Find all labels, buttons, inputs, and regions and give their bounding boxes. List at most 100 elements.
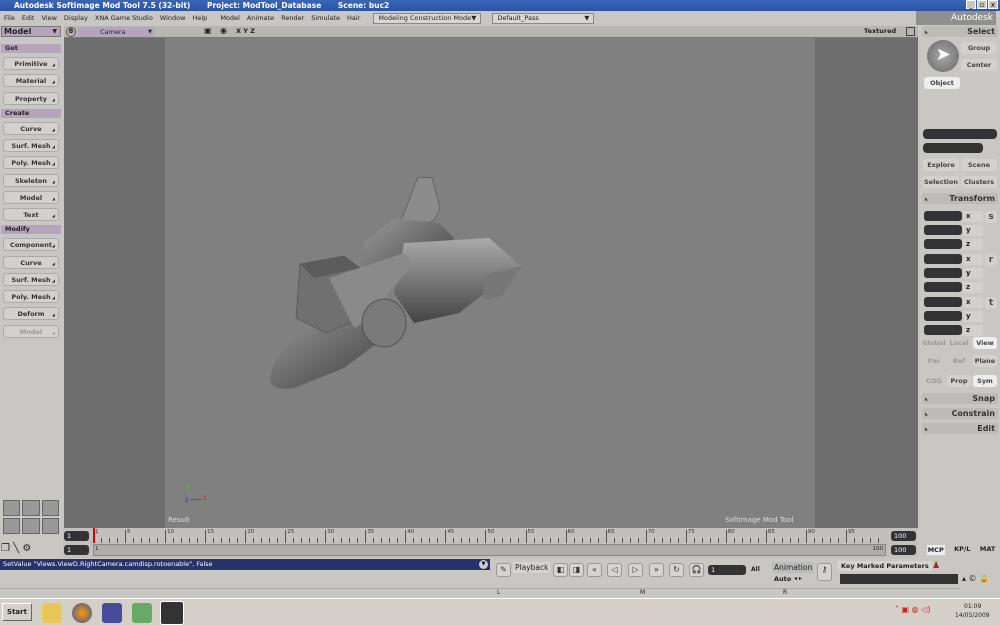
play-backward-icon[interactable]: ◁ (607, 563, 622, 577)
create-poly-mesh-button[interactable]: Poly. Mesh (3, 156, 59, 170)
menu-display[interactable]: Display (64, 14, 88, 22)
ref-button[interactable]: Ref (947, 355, 971, 367)
maximize-viewport-icon[interactable] (906, 27, 915, 36)
transform-s-y-button[interactable]: y (963, 225, 983, 236)
transform-r-y-field[interactable] (924, 268, 962, 278)
layout-icon[interactable] (3, 500, 21, 516)
all-button[interactable]: All (751, 566, 760, 573)
transform-t-button[interactable]: t (985, 297, 997, 309)
camera-select[interactable]: Camera ▼ (78, 27, 154, 37)
transform-r-x-button[interactable]: x (963, 254, 983, 265)
view-button[interactable]: View (973, 337, 997, 349)
modify-surf-mesh-button[interactable]: Surf. Mesh (3, 273, 59, 287)
eye-icon[interactable]: ◉ (220, 26, 227, 35)
transform-s-y-field[interactable] (924, 225, 962, 235)
key-marked-parameters-button[interactable]: Key Marked Parameters (838, 561, 932, 571)
audio-icon[interactable]: 🎧 (689, 563, 704, 577)
key-icon[interactable]: ⚷ (817, 563, 832, 581)
brush-icon[interactable]: ╲ (13, 543, 19, 554)
camera-icon[interactable]: ▣ (204, 26, 212, 35)
maximize-button[interactable]: ▫ (977, 0, 987, 9)
transform-r-z-button[interactable]: z (963, 282, 983, 293)
menu-xna[interactable]: XNA Game Studio (95, 14, 153, 22)
menu-file[interactable]: File (4, 14, 15, 22)
create-curve-button[interactable]: Curve (3, 122, 59, 136)
menu-window[interactable]: Window (160, 14, 186, 22)
layout-icon[interactable] (41, 518, 59, 534)
prev-key-icon[interactable]: ◧ (553, 563, 568, 577)
create-surf-mesh-button[interactable]: Surf. Mesh (3, 139, 59, 153)
transform-t-y-button[interactable]: y (963, 311, 983, 322)
group-button[interactable]: Group (961, 42, 997, 54)
mixer-right[interactable]: R (783, 589, 787, 596)
range-start-field[interactable]: 1 (64, 545, 89, 555)
clusters-button[interactable]: Clusters (961, 176, 997, 188)
current-frame-marker[interactable] (93, 528, 95, 543)
viewport-letter-button[interactable]: B (66, 27, 76, 37)
transform-s-x-field[interactable] (924, 211, 962, 221)
frame-ruler[interactable]: 1 5 10 15 20 25 30 35 40 45 50 55 60 65 70 75 80 85 90 95 (93, 528, 886, 543)
character-key-icon[interactable]: ♟ (932, 561, 940, 571)
transform-s-button[interactable]: s (985, 211, 997, 223)
scene-button[interactable]: Scene (961, 159, 997, 171)
local-button[interactable]: Local (947, 337, 971, 349)
auto-key-button[interactable]: Auto (774, 575, 791, 583)
modify-poly-mesh-button[interactable]: Poly. Mesh (3, 290, 59, 304)
transform-t-x-button[interactable]: x (963, 297, 983, 308)
global-button[interactable]: Global (922, 337, 946, 349)
transform-t-z-button[interactable]: z (963, 325, 983, 336)
current-frame-field[interactable]: 1 (708, 565, 746, 575)
menu-model[interactable]: Model (220, 14, 240, 22)
plane-button[interactable]: Plane (973, 355, 997, 367)
select-arrow-button[interactable]: ➤ (927, 40, 959, 72)
center-button[interactable]: Center (961, 59, 997, 71)
menu-simulate[interactable]: Simulate (311, 14, 340, 22)
next-key-icon[interactable]: ◨ (569, 563, 584, 577)
component-button[interactable]: Component (3, 238, 59, 252)
loop-icon[interactable]: ↻ (669, 563, 684, 577)
teamspeak-icon[interactable] (102, 603, 122, 623)
prop-button[interactable]: Prop (947, 375, 971, 387)
menu-help[interactable]: Help (192, 14, 207, 22)
mixer-left[interactable]: L (497, 589, 500, 596)
copy-icon[interactable]: ❐ (1, 543, 10, 554)
transform-t-x-field[interactable] (924, 297, 962, 307)
close-button[interactable]: x (988, 0, 998, 9)
layout-icon[interactable] (22, 518, 40, 534)
keying-set-field[interactable] (840, 574, 958, 584)
menu-render[interactable]: Render (281, 14, 304, 22)
first-frame-icon[interactable]: « (587, 563, 602, 577)
play-forward-icon[interactable]: ▷ (628, 563, 643, 577)
module-select[interactable]: Model ▼ (1, 26, 61, 37)
sym-button[interactable]: Sym (973, 375, 997, 387)
selection-button[interactable]: Selection (923, 176, 959, 188)
end-frame-field[interactable]: 100 (891, 531, 916, 541)
constrain-section[interactable]: Constrain (922, 408, 998, 419)
prev-next-key-arrows[interactable]: ◂ ▸ (794, 575, 802, 582)
keying-controls[interactable]: ▴ © 🔒 (962, 574, 989, 583)
snap-section[interactable]: Snap (922, 393, 998, 404)
deform-button[interactable]: Deform (3, 307, 59, 321)
menu-edit[interactable]: Edit (22, 14, 35, 22)
gear-icon[interactable]: ⚙ (22, 543, 31, 554)
menu-hair[interactable]: Hair (347, 14, 360, 22)
transform-s-z-button[interactable]: z (963, 239, 983, 250)
firefox-icon[interactable] (72, 603, 92, 623)
property-button[interactable]: Property (3, 92, 59, 106)
last-frame-icon[interactable]: » (649, 563, 664, 577)
tab-kpl[interactable]: KP/L (954, 545, 970, 555)
range-slider[interactable]: 1 100 (93, 544, 886, 556)
start-button[interactable]: Start (2, 603, 32, 621)
playback-menu[interactable]: Playback (513, 562, 551, 573)
transform-section[interactable]: Transform (922, 193, 998, 204)
explorer-icon[interactable] (42, 603, 62, 623)
minimize-button[interactable]: _ (966, 0, 976, 9)
skeleton-button[interactable]: Skeleton (3, 174, 59, 188)
section-get[interactable]: Get (1, 44, 61, 53)
script-editor-icon[interactable]: ✎ (496, 563, 511, 577)
modify-model-button[interactable]: Model (3, 325, 59, 339)
construction-mode-select[interactable]: Modeling Construction Mode ▼ (373, 12, 482, 24)
create-model-button[interactable]: Model (3, 191, 59, 205)
selection-field[interactable] (923, 129, 997, 139)
cog-button[interactable]: COG (922, 375, 946, 387)
